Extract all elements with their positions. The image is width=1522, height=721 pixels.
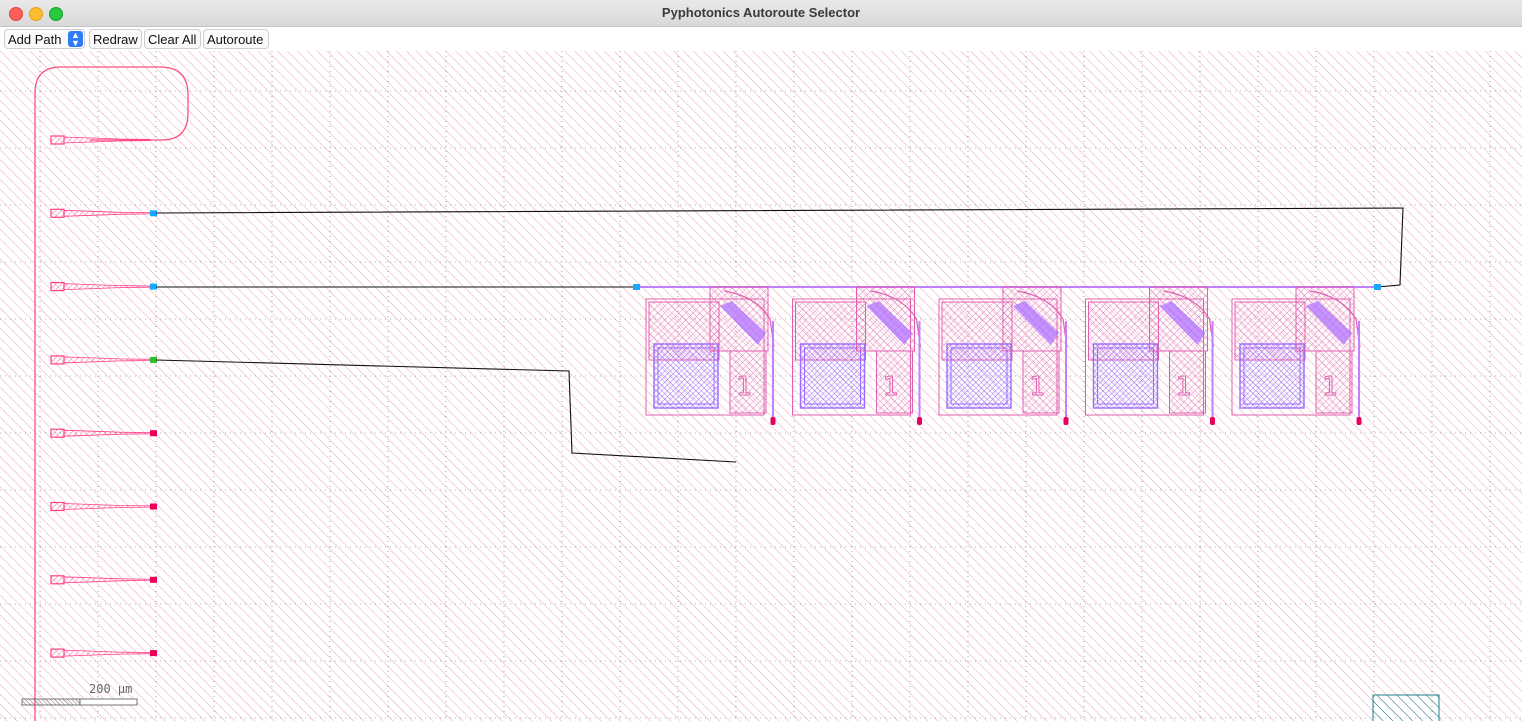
- port-marker-bus-start[interactable]: [633, 284, 640, 290]
- scale-bar-label: 200 µm: [89, 682, 132, 696]
- coupler-grating: [50, 208, 65, 218]
- app-window: Pyphotonics Autoroute Selector Add Path …: [0, 0, 1522, 721]
- layout-canvas[interactable]: 1 1 1 1 1 200 µm: [0, 51, 1522, 721]
- metal-pad: [1092, 343, 1159, 409]
- device-array: 1 1 1 1 1: [645, 286, 1362, 425]
- device-port-marker[interactable]: [1356, 417, 1362, 425]
- device-port-marker[interactable]: [1210, 417, 1215, 425]
- photonic-device-cell[interactable]: 1: [645, 286, 776, 425]
- photonic-device-cell[interactable]: 1: [938, 286, 1069, 425]
- clear-all-button[interactable]: Clear All: [144, 29, 201, 49]
- coupler-port-marker[interactable]: [150, 356, 157, 363]
- coupler-port-marker[interactable]: [150, 576, 157, 583]
- scale-bar-filled: [21, 698, 81, 706]
- coupler-port-marker[interactable]: [150, 650, 157, 657]
- coupler-grating: [50, 355, 65, 365]
- device-port-marker[interactable]: [770, 417, 776, 425]
- mode-select[interactable]: Add Path ▲ ▼: [4, 29, 85, 49]
- layout-svg[interactable]: 1 1 1 1 1 200 µm: [0, 51, 1522, 721]
- die-corner-marker: [1372, 694, 1440, 721]
- device-label: 1: [1176, 372, 1192, 402]
- metal-pad: [946, 343, 1012, 409]
- title-bar: Pyphotonics Autoroute Selector: [0, 0, 1522, 27]
- coupler-port-marker[interactable]: [150, 283, 157, 290]
- toolbar: Add Path ▲ ▼ Redraw Clear All Autoroute: [0, 27, 1522, 51]
- mode-select-value: Add Path: [8, 32, 62, 47]
- metal-pad: [799, 343, 866, 409]
- device-label: 1: [1322, 372, 1338, 402]
- photonic-device-cell[interactable]: 1: [1085, 286, 1216, 425]
- coupler-port-marker[interactable]: [150, 430, 157, 437]
- device-port-marker[interactable]: [1063, 417, 1069, 425]
- device-label: 1: [736, 372, 752, 402]
- metal-pad: [1239, 343, 1305, 409]
- photonic-device-cell[interactable]: 1: [792, 286, 923, 425]
- photonic-device-cell[interactable]: 1: [1231, 286, 1362, 425]
- device-port-marker[interactable]: [917, 417, 922, 425]
- metal-pad: [653, 343, 719, 409]
- scale-bar-empty: [79, 698, 138, 706]
- coupler-port-marker[interactable]: [150, 503, 157, 510]
- coupler-port-marker[interactable]: [150, 210, 157, 217]
- port-marker-bus-end[interactable]: [1374, 284, 1381, 290]
- coupler-grating: [50, 282, 65, 292]
- coupler-grating: [50, 428, 65, 438]
- updown-chevron-icon: ▲ ▼: [68, 31, 83, 48]
- device-label: 1: [1029, 372, 1045, 402]
- coupler-grating: [50, 135, 65, 145]
- autoroute-button[interactable]: Autoroute: [203, 29, 269, 49]
- redraw-button[interactable]: Redraw: [89, 29, 142, 49]
- coupler-grating: [50, 648, 65, 658]
- coupler-grating: [50, 575, 65, 585]
- device-label: 1: [883, 372, 899, 402]
- coupler-grating: [50, 501, 65, 512]
- window-title: Pyphotonics Autoroute Selector: [661, 5, 861, 20]
